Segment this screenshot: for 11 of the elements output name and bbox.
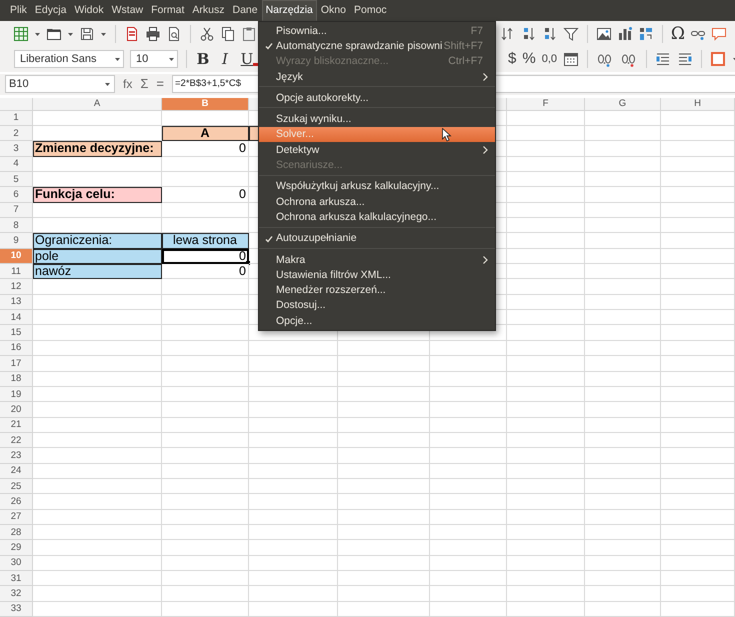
table-cell: lewa strona — [162, 233, 249, 249]
table-cell: Ograniczenia: — [33, 233, 162, 249]
table-cell: Funkcja celu: — [33, 187, 162, 203]
table-cell: 0 — [162, 141, 249, 157]
table-cell: 0 — [162, 248, 249, 264]
table-cell: Zmienne decyzyjne: — [33, 141, 162, 157]
table-cell: 0 — [162, 264, 249, 280]
table-cell: pole — [33, 248, 162, 264]
table-cell: A — [162, 126, 249, 142]
table-cell: 0 — [162, 187, 249, 203]
table-cell: nawóz — [33, 264, 162, 280]
